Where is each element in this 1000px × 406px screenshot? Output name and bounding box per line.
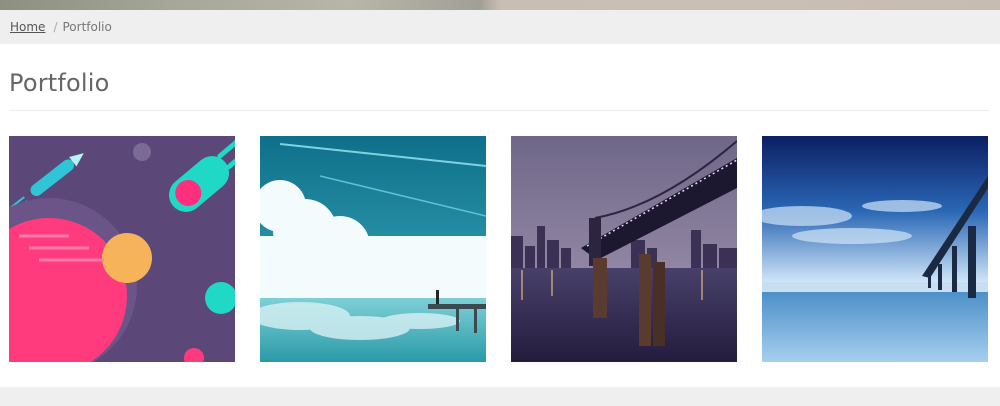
bridge-night-image: [511, 136, 737, 362]
breadcrumb-separator: /: [53, 20, 58, 34]
portfolio-item-bridge-night[interactable]: [511, 136, 737, 362]
portfolio-item-space-illustration[interactable]: [9, 136, 235, 362]
portfolio-item-clouds-sea[interactable]: [260, 136, 486, 362]
portfolio-item-pier-beach[interactable]: [762, 136, 988, 362]
page-title: Portfolio: [9, 69, 110, 97]
space-illustration-image: [9, 136, 235, 362]
breadcrumb-current: Portfolio: [62, 20, 112, 34]
footer-bar: [0, 387, 1000, 406]
pier-beach-image: [762, 136, 988, 362]
clouds-sea-image: [260, 136, 486, 362]
header-banner-image: [0, 0, 1000, 10]
breadcrumb-home-link[interactable]: Home: [10, 20, 45, 34]
title-divider: [9, 110, 989, 111]
breadcrumb: Home / Portfolio: [10, 20, 112, 34]
breadcrumb-bar: Home / Portfolio: [0, 10, 1000, 44]
